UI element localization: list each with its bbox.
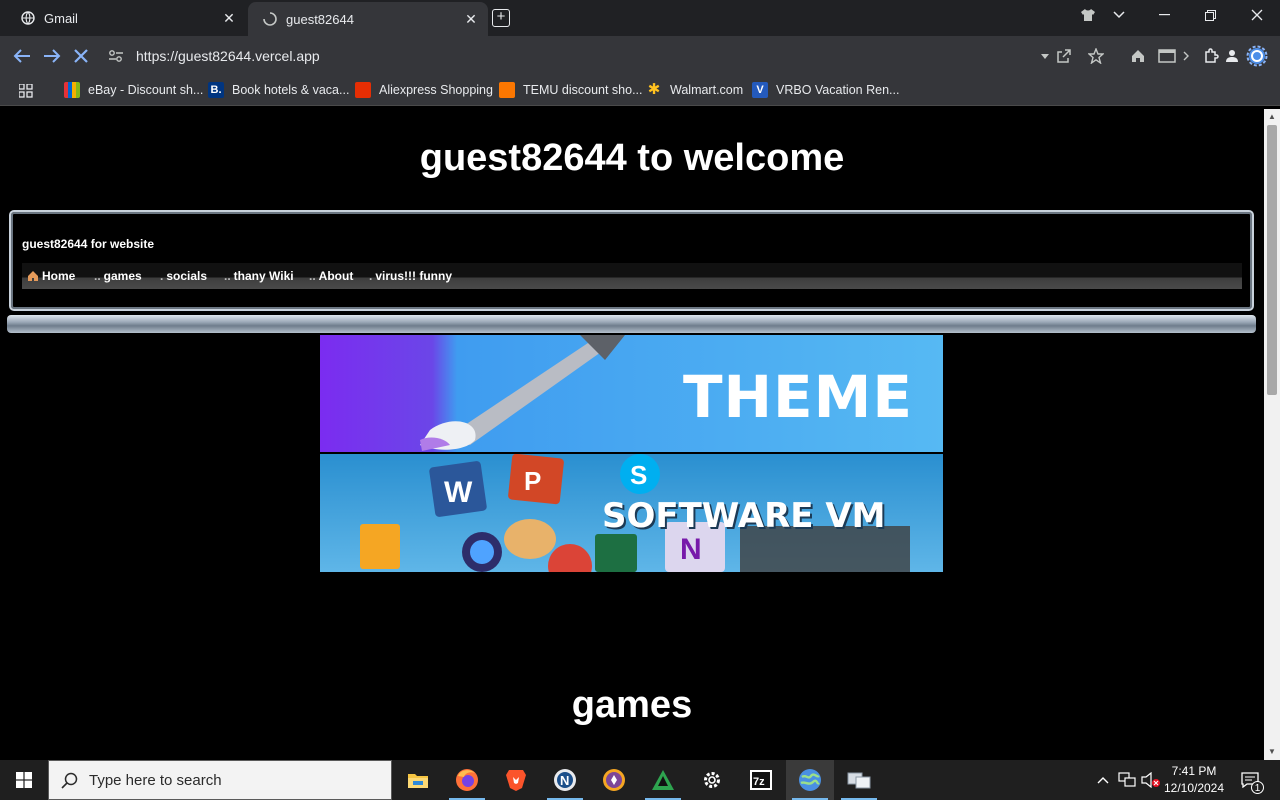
bookmark-star-icon[interactable] [1084, 44, 1108, 68]
search-placeholder: Type here to search [89, 772, 222, 789]
windows-start-button[interactable] [0, 760, 48, 800]
file-explorer-icon[interactable] [394, 760, 442, 800]
bookmark-walmart[interactable]: ✱ Walmart.com [646, 82, 743, 98]
page-viewport: guest82644 to welcome guest82644 for web… [0, 109, 1264, 760]
bookmark-vrbo[interactable]: V VRBO Vacation Ren... [752, 82, 899, 98]
nav-socials[interactable]: . socials [160, 269, 207, 283]
home-icon[interactable] [1126, 44, 1150, 68]
windows-logo-icon [16, 772, 32, 788]
nav-thany-wiki[interactable]: .. thany Wiki [224, 269, 294, 283]
nav-bar: Home .. games . socials .. thany Wiki .. Abo… [22, 263, 1242, 289]
booking-icon: B. [208, 82, 224, 98]
svg-text:N: N [560, 773, 569, 788]
search-icon [61, 772, 78, 794]
settings-gear-icon[interactable] [1245, 44, 1269, 68]
nav-about[interactable]: .. About [309, 269, 353, 283]
tor-browser-icon[interactable] [590, 760, 638, 800]
browser-globe-icon[interactable] [786, 760, 834, 800]
theme-banner[interactable]: THEME [320, 335, 943, 452]
bookmark-booking[interactable]: B. Book hotels & vaca... [208, 82, 349, 98]
svg-text:N: N [680, 533, 702, 566]
minimize-button[interactable] [1142, 0, 1186, 30]
page-title: guest82644 to welcome [419, 137, 845, 179]
ebay-icon [64, 82, 80, 98]
new-tab-button[interactable]: + [492, 9, 510, 27]
chevron-down-icon[interactable] [1097, 0, 1141, 30]
home-icon [27, 270, 39, 285]
tab-title: Gmail [44, 10, 78, 26]
site-settings-icon[interactable] [104, 44, 128, 68]
dropdown-caret-icon[interactable] [1038, 44, 1052, 68]
tab-gmail[interactable]: Gmail ✕ [0, 0, 246, 36]
svg-text:S: S [630, 460, 647, 490]
site-header: guest82644 for website Home .. games . soc… [9, 210, 1254, 311]
bookmark-ebay[interactable]: eBay - Discount sh... [64, 82, 203, 98]
close-window-button[interactable] [1235, 0, 1279, 30]
action-center-button[interactable]: 1 [1234, 760, 1266, 800]
close-icon[interactable]: ✕ [222, 11, 236, 25]
green-triangle-app-icon[interactable] [639, 760, 687, 800]
forward-arrow-icon[interactable] [40, 44, 64, 68]
close-icon[interactable]: ✕ [464, 12, 478, 26]
software-vm-banner[interactable]: W P S N SOFTWARE VM [320, 454, 943, 572]
aliexpress-icon [355, 82, 371, 98]
site-name: guest82644 for website [22, 237, 155, 251]
banner-label: THEME [682, 363, 913, 431]
vrbo-icon: V [752, 82, 768, 98]
profile-icon[interactable] [1220, 44, 1244, 68]
loading-icon [262, 11, 278, 27]
decorative-divider [7, 315, 1256, 333]
firefox-icon[interactable] [443, 760, 491, 800]
clock-date: 12/10/2024 [1163, 781, 1225, 795]
nav-games[interactable]: .. games [94, 269, 142, 283]
bookmark-temu[interactable]: TEMU discount sho... [499, 82, 643, 98]
settings-icon[interactable] [688, 760, 736, 800]
paintbrush-icon [420, 335, 625, 451]
browser-tab-strip: Gmail ✕ guest82644 ✕ + [0, 0, 1280, 36]
page-scrollbar[interactable]: ▲ ▼ [1264, 109, 1280, 760]
scrollbar-thumb[interactable] [1267, 125, 1277, 395]
clock-time: 7:41 PM [1171, 764, 1217, 778]
section-title-games: games [571, 684, 693, 726]
svg-text:W: W [444, 476, 473, 509]
notification-count: 1 [1251, 781, 1264, 794]
share-icon[interactable] [1052, 44, 1076, 68]
back-arrow-icon[interactable] [10, 44, 34, 68]
tab-title: guest82644 [286, 11, 354, 27]
7zip-icon[interactable]: 7z [737, 760, 785, 800]
banner-label: SOFTWARE VM [602, 496, 886, 536]
show-hidden-icons-chevron-icon[interactable] [1094, 760, 1112, 800]
nav-home[interactable]: Home [27, 269, 75, 285]
temu-icon [499, 82, 515, 98]
network-icon[interactable] [1116, 760, 1138, 800]
apps-grid-icon[interactable] [14, 79, 38, 103]
url-text: https://guest82644.vercel.app [136, 48, 320, 64]
browser-toolbar: https://guest82644.vercel.app [0, 36, 1280, 76]
netbeans-icon[interactable]: N [541, 760, 589, 800]
windows-taskbar: Type here to search N 7z 7:41 PM 12/10/2… [0, 760, 1280, 800]
svg-text:7z: 7z [753, 776, 765, 788]
nav-virus-funny[interactable]: . virus!!! funny [369, 269, 452, 283]
reading-list-icon[interactable] [1155, 44, 1179, 68]
bookmarks-bar: eBay - Discount sh... B. Book hotels & v… [0, 76, 1280, 106]
network-computers-icon[interactable] [835, 760, 883, 800]
tab-guest82644[interactable]: guest82644 ✕ [248, 2, 488, 36]
restore-button[interactable] [1188, 0, 1232, 30]
svg-text:P: P [524, 466, 541, 496]
taskbar-search-box[interactable]: Type here to search [48, 760, 392, 800]
address-bar[interactable]: https://guest82644.vercel.app [100, 41, 1058, 71]
globe-icon [20, 10, 36, 26]
bookmark-aliexpress[interactable]: Aliexpress Shopping [355, 82, 493, 98]
chevron-right-icon[interactable] [1180, 44, 1192, 68]
scroll-up-arrow-icon[interactable]: ▲ [1264, 109, 1280, 125]
system-clock[interactable]: 7:41 PM 12/10/2024 [1158, 763, 1230, 797]
stop-loading-icon[interactable] [69, 44, 93, 68]
scroll-down-arrow-icon[interactable]: ▼ [1264, 744, 1280, 760]
walmart-icon: ✱ [647, 81, 661, 98]
brave-icon[interactable] [492, 760, 540, 800]
